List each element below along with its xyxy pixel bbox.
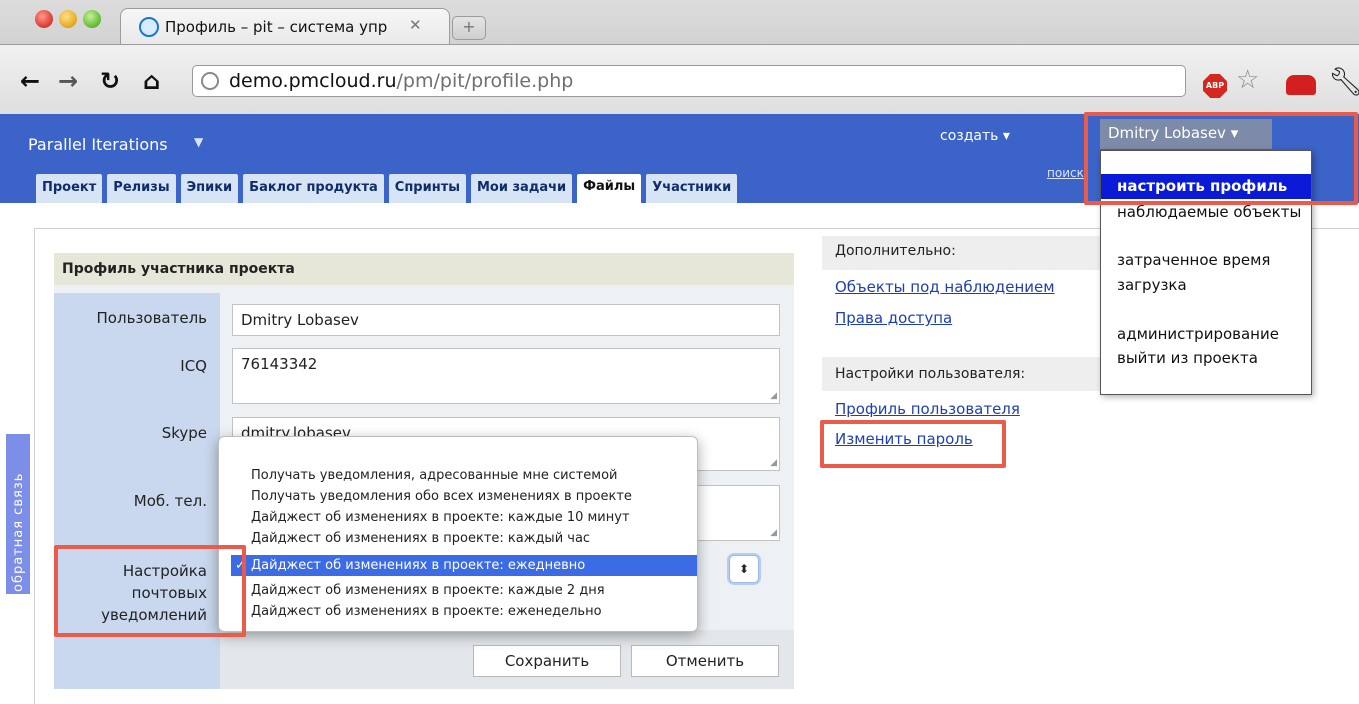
notify-option[interactable]: Дайджест об изменениях в проекте: каждые…	[231, 580, 697, 601]
form-title: Профиль участника проекта	[62, 261, 295, 277]
menu-item-watched[interactable]: наблюдаемые объекты	[1117, 203, 1301, 221]
extension-icon[interactable]	[1286, 75, 1316, 95]
new-tab-button[interactable]: +	[452, 16, 486, 40]
menu-item-admin[interactable]: администрирование	[1117, 325, 1279, 343]
icq-field[interactable]: 76143342 ◢	[232, 348, 780, 404]
profile-link[interactable]: Профиль пользователя	[835, 400, 1020, 418]
search-link[interactable]: поиск	[1047, 166, 1084, 180]
notify-option[interactable]: Получать уведомления, адресованные мне с…	[231, 465, 697, 486]
settings-header: Настройки пользователя:	[835, 366, 1026, 382]
globe-icon	[201, 72, 219, 90]
menu-item-workload[interactable]: загрузка	[1117, 276, 1187, 294]
tab-project[interactable]: Проект	[36, 174, 103, 203]
resize-grip-icon[interactable]: ◢	[770, 458, 777, 468]
close-window-icon[interactable]	[35, 10, 53, 28]
icq-value: 76143342	[241, 355, 318, 373]
browser-chrome: Профиль – pit – система упр ✕ + ← → ↻ ⌂ …	[0, 0, 1359, 114]
wrench-icon[interactable]: 🔧︎	[1328, 65, 1359, 98]
favicon-icon	[139, 17, 159, 37]
notify-option[interactable]: Дайджест об изменениях в проекте: еженед…	[231, 601, 697, 622]
menu-item-time-spent[interactable]: затраченное время	[1117, 251, 1270, 269]
select-arrows-icon[interactable]: ⬍	[729, 555, 759, 583]
create-menu[interactable]: создать ▾	[940, 128, 1010, 144]
tab-my-tasks[interactable]: Мои задачи	[471, 174, 573, 203]
tab-epics[interactable]: Эпики	[180, 174, 239, 203]
browser-tab[interactable]: Профиль – pit – система упр ✕	[120, 8, 450, 44]
project-tabs: Проект Релизы Эпики Баклог продукта Спри…	[36, 174, 738, 203]
tab-backlog[interactable]: Баклог продукта	[243, 174, 384, 203]
user-field[interactable]: Dmitry Lobasev	[232, 304, 780, 336]
highlight-user-menu	[1084, 112, 1358, 205]
app-title[interactable]: Parallel Iterations	[28, 135, 168, 154]
adblock-icon[interactable]: ABP	[1203, 74, 1227, 98]
menu-item-leave-project[interactable]: выйти из проекта	[1117, 349, 1258, 367]
resize-grip-icon[interactable]: ◢	[770, 528, 777, 538]
access-rights-link[interactable]: Права доступа	[835, 309, 952, 327]
watched-objects-link[interactable]: Объекты под наблюдением	[835, 278, 1055, 296]
notify-option-selected[interactable]: ✓ Дайджест об изменениях в проекте: ежедн…	[231, 555, 697, 576]
save-button[interactable]: Сохранить	[473, 645, 621, 677]
phone-label: Моб. тел.	[133, 492, 207, 510]
notify-option-selected-label: Дайджест об изменениях в проекте: ежедне…	[251, 558, 586, 573]
notify-option[interactable]: Дайджест об изменениях в проекте: каждый…	[231, 528, 697, 549]
notify-option[interactable]: Получать уведомления обо всех изменениях…	[231, 486, 697, 507]
notify-option[interactable]: Дайджест об изменениях в проекте: каждые…	[231, 507, 697, 528]
user-label: Пользователь	[96, 309, 207, 327]
back-icon[interactable]: ←	[20, 69, 40, 93]
cancel-button[interactable]: Отменить	[631, 645, 779, 677]
home-icon[interactable]: ⌂	[143, 69, 160, 93]
chevron-down-icon[interactable]: ▼	[194, 135, 203, 149]
tab-sprints[interactable]: Спринты	[388, 174, 466, 203]
forward-icon[interactable]: →	[58, 69, 78, 93]
skype-label: Skype	[161, 424, 207, 442]
tab-files[interactable]: Файлы	[577, 174, 642, 203]
reload-icon[interactable]: ↻	[100, 69, 120, 93]
tab-releases[interactable]: Релизы	[107, 174, 176, 203]
feedback-label: обратная связь	[11, 472, 26, 592]
tab-members[interactable]: Участники	[646, 174, 738, 203]
highlight-change-password	[820, 420, 1006, 468]
browser-toolbar: ← → ↻ ⌂ demo.pmcloud.ru/pm/pit/profile.p…	[0, 44, 1359, 114]
address-url: demo.pmcloud.ru/pm/pit/profile.php	[229, 70, 574, 92]
extra-header: Дополнительно:	[835, 243, 956, 259]
tab-close-icon[interactable]: ✕	[409, 16, 422, 34]
notification-options-menu: Получать уведомления, адресованные мне с…	[218, 436, 698, 632]
highlight-notify-label	[54, 545, 246, 637]
bookmark-star-icon[interactable]: ☆	[1236, 65, 1259, 95]
resize-grip-icon[interactable]: ◢	[770, 391, 777, 401]
tab-title: Профиль – pit – система упр	[165, 18, 388, 36]
zoom-window-icon[interactable]	[83, 10, 101, 28]
address-bar[interactable]: demo.pmcloud.ru/pm/pit/profile.php	[192, 65, 1186, 97]
minimize-window-icon[interactable]	[59, 10, 77, 28]
icq-label: ICQ	[180, 357, 207, 375]
